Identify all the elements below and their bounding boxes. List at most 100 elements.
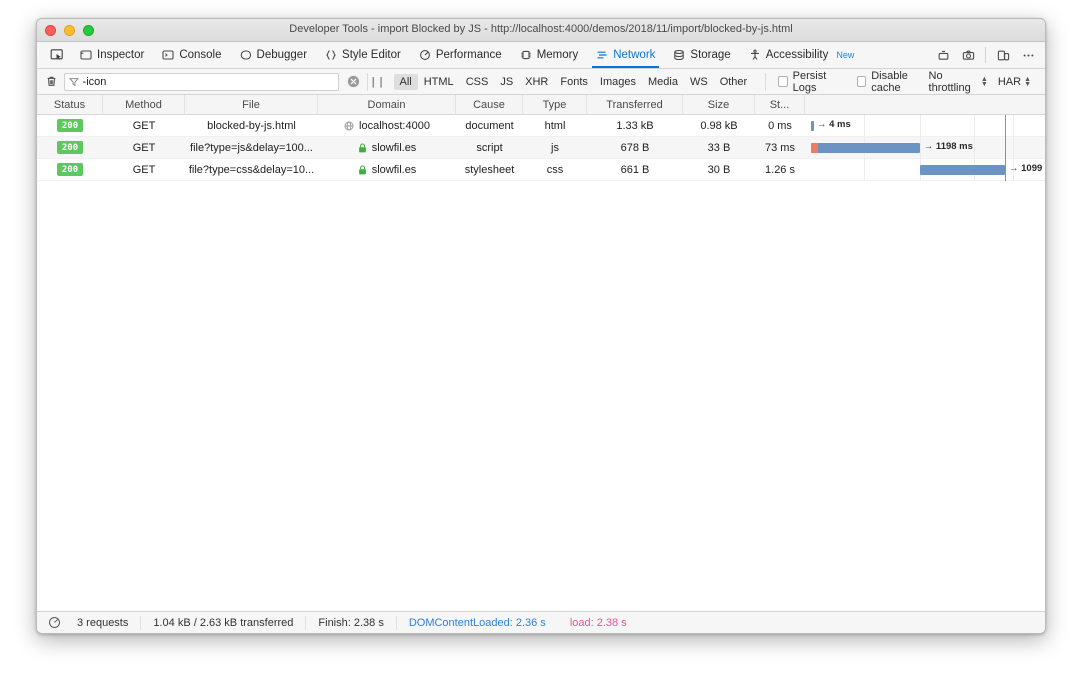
- window-title: Developer Tools - import Blocked by JS -…: [289, 23, 793, 35]
- filter-xhr[interactable]: XHR: [519, 74, 554, 90]
- cell-timeline: → 1099 ms: [805, 158, 1045, 181]
- cell-method: GET: [132, 163, 156, 176]
- tab-network[interactable]: Network: [587, 42, 664, 68]
- filter-input-value[interactable]: -icon: [83, 76, 107, 88]
- cell-file: file?type=css&delay=10...: [188, 163, 315, 176]
- new-badge: New: [836, 50, 855, 60]
- persist-logs-checkbox[interactable]: Persist Logs: [778, 70, 843, 94]
- column-header-transferred[interactable]: Transferred: [587, 95, 683, 115]
- toolbar-right-icons: [932, 42, 1045, 68]
- column-header-status[interactable]: Status: [37, 95, 103, 115]
- column-header-type[interactable]: Type: [523, 95, 587, 115]
- clear-filter-input-icon[interactable]: [343, 75, 365, 88]
- checkbox-box: [856, 76, 867, 87]
- toolbar-divider: [985, 47, 986, 63]
- column-header-size[interactable]: Size: [683, 95, 755, 115]
- tab-label: Style Editor: [342, 49, 401, 61]
- cell-domain: localhost:4000: [318, 115, 456, 137]
- status-badge: 200: [57, 119, 83, 132]
- cell-start-time: 0 ms: [768, 119, 792, 132]
- column-header-method[interactable]: Method: [103, 95, 185, 115]
- filter-html[interactable]: HTML: [418, 74, 460, 90]
- more-options-icon[interactable]: [1017, 44, 1039, 66]
- tabbar-spacer: [863, 42, 932, 68]
- timing-bar-blocked: [811, 142, 818, 153]
- filter-all[interactable]: All: [393, 73, 418, 90]
- cell-transferred: 678 B: [620, 141, 650, 154]
- status-badge: 200: [57, 141, 83, 154]
- column-header-cause[interactable]: Cause: [456, 95, 523, 115]
- cell-transferred: 661 B: [620, 163, 650, 176]
- disable-cache-label: Disable cache: [871, 69, 908, 94]
- console-icon: [162, 49, 174, 61]
- tab-inspector[interactable]: Inspector: [71, 42, 153, 68]
- persist-logs-label: Persist Logs: [792, 69, 827, 94]
- network-filter-toolbar: -icon | | All HTML CSS JS XHR Fonts Imag…: [37, 69, 1045, 95]
- globe-icon: [344, 121, 354, 131]
- toggles-group: Persist Logs Disable cache: [765, 69, 929, 94]
- cell-method: GET: [132, 141, 156, 154]
- filter-css[interactable]: CSS: [460, 74, 495, 90]
- dom-content-loaded-marker: [1004, 136, 1006, 159]
- column-header-file[interactable]: File: [185, 95, 318, 115]
- accessibility-icon: [749, 49, 761, 61]
- pause-recording-button[interactable]: | |: [366, 72, 388, 91]
- chevron-updown-icon: ▲ ▼: [980, 75, 988, 88]
- cell-status: 200: [37, 159, 103, 181]
- cell-start-time: 73 ms: [765, 141, 795, 154]
- chevron-updown-icon: ▲ ▼: [1024, 75, 1031, 88]
- tab-label: Accessibility: [765, 49, 829, 61]
- tab-debugger[interactable]: Debugger: [231, 42, 317, 68]
- debugger-icon: [240, 49, 252, 61]
- har-menu[interactable]: HAR ▲ ▼: [998, 76, 1031, 88]
- transferred-totals: 1.04 kB / 2.63 kB transferred: [140, 615, 305, 630]
- cell-domain: slowfil.es: [318, 159, 456, 181]
- filter-urls-input[interactable]: -icon: [63, 72, 339, 91]
- network-status-bar: 3 requests 1.04 kB / 2.63 kB transferred…: [37, 611, 1045, 633]
- finish-time: Finish: 2.38 s: [305, 615, 395, 630]
- cell-type: js: [551, 141, 559, 154]
- filter-ws[interactable]: WS: [684, 74, 714, 90]
- cell-status: 200: [37, 137, 103, 159]
- filter-other[interactable]: Other: [714, 74, 754, 90]
- pause-icon: | |: [371, 75, 384, 88]
- cell-file: blocked-by-js.html: [207, 119, 296, 132]
- disable-cache-checkbox[interactable]: Disable cache: [856, 69, 929, 94]
- clear-requests-button[interactable]: [41, 72, 62, 92]
- responsive-design-icon[interactable]: [992, 44, 1014, 66]
- network-requests-table: Status Method File Domain Cause Type Tra…: [37, 95, 1045, 611]
- filter-media[interactable]: Media: [642, 74, 684, 90]
- timing-bar: [920, 164, 1005, 175]
- filter-fonts[interactable]: Fonts: [554, 74, 594, 90]
- tab-storage[interactable]: Storage: [664, 42, 739, 68]
- network-status-icon[interactable]: [43, 616, 65, 629]
- cell-type: css: [546, 163, 564, 176]
- column-header-domain[interactable]: Domain: [318, 95, 456, 115]
- throttling-select[interactable]: No throttling ▲ ▼: [929, 70, 988, 94]
- status-badge: 200: [57, 163, 83, 176]
- cell-size: 30 B: [707, 163, 731, 176]
- tab-accessibility[interactable]: Accessibility New: [740, 42, 864, 68]
- table-row[interactable]: 200 GET file?type=css&delay=10... slowfi…: [37, 158, 1045, 181]
- tab-style-editor[interactable]: Style Editor: [316, 42, 410, 68]
- cell-status: 200: [37, 115, 103, 137]
- table-header-row: Status Method File Domain Cause Type Tra…: [37, 95, 1045, 115]
- pick-element-icon[interactable]: [932, 44, 954, 66]
- cell-start-time: 1.26 s: [765, 163, 795, 176]
- inspector-icon: [80, 49, 92, 61]
- tab-memory[interactable]: Memory: [511, 42, 588, 68]
- filter-js[interactable]: JS: [494, 74, 519, 90]
- cell-size: 33 B: [707, 141, 731, 154]
- timing-label: → 1198 ms: [923, 140, 973, 152]
- filter-images[interactable]: Images: [594, 74, 642, 90]
- column-header-start-time[interactable]: St...: [755, 95, 805, 115]
- cell-cause: stylesheet: [464, 163, 515, 176]
- table-row[interactable]: 200 GET blocked-by-js.html localhost:400…: [37, 114, 1045, 137]
- table-row[interactable]: 200 GET file?type=js&delay=100... slowfi…: [37, 136, 1045, 159]
- element-picker-icon[interactable]: [43, 42, 71, 68]
- camera-icon[interactable]: [957, 44, 979, 66]
- dom-content-loaded-marker: [1004, 158, 1006, 181]
- tab-performance[interactable]: Performance: [410, 42, 511, 68]
- cell-domain-text: localhost:4000: [359, 119, 430, 132]
- tab-console[interactable]: Console: [153, 42, 230, 68]
